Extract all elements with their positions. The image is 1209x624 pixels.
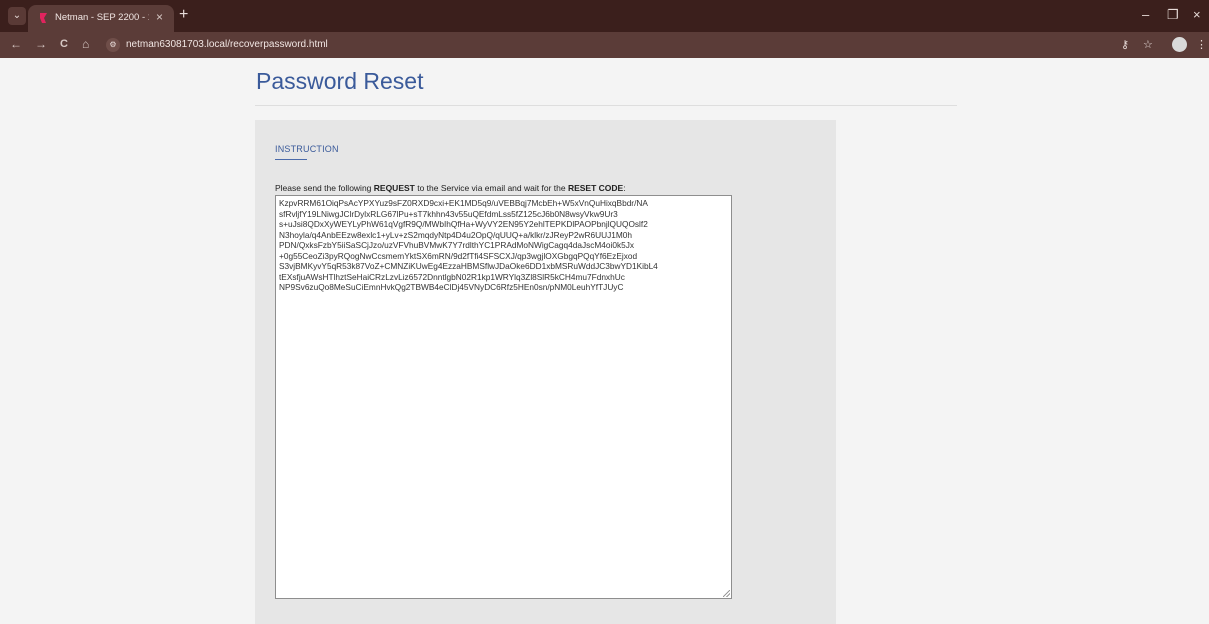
request-code-line: S3vjBMKyvY5qR53k87VoZ+CMNZiKUwEg4EzzaHBM… [279,261,658,271]
bookmark-star-icon[interactable]: ☆ [1143,38,1153,52]
browser-tab[interactable]: Netman - SEP 2200 - 10.1.10.1 × [28,5,174,32]
request-code-textarea[interactable]: KzpvRRM61OiqPsAcYPXYuz9sFZ0RXD9cxi+EK1MD… [275,195,732,599]
request-code-line: NP9Sv6zuQo8MeSuCiEmnHvkQg2TBWB4eClDj45VN… [279,282,624,292]
request-code-line: tEXsfjuAWsHTlhztSeHaiCRzLzvLiz6572Dnntlg… [279,271,625,282]
new-tab-button[interactable]: + [179,6,188,24]
instruction-panel: INSTRUCTION Please send the following RE… [255,120,836,624]
instruction-text: Please send the following REQUEST to the… [275,183,626,193]
request-code-line: +0g55CeoZi3pyRQogNwCcsmemYktSX6mRN/9d2fT… [279,250,638,261]
tab-search-chevron-icon[interactable]: ⌄ [8,7,26,25]
tab-title: Netman - SEP 2200 - 10.1.10.1 [55,12,149,23]
instruction-middle: to the Service via email and wait for th… [414,183,568,193]
instruction-prefix: Please send the following [275,183,374,193]
section-title: INSTRUCTION [275,144,339,154]
page-title: Password Reset [256,68,424,94]
request-code-line: KzpvRRM61OiqPsAcYPXYuz9sFZ0RXD9cxi+EK1MD… [279,198,648,208]
forward-arrow-icon[interactable]: → [35,37,47,51]
instruction-suffix: : [623,183,626,193]
browser-menu-icon[interactable]: ⋮ [1196,38,1207,52]
instruction-reset-code-keyword: RESET CODE [567,183,624,193]
home-icon[interactable]: ⌂ [82,37,89,51]
browser-tab-bar: ⌄ Netman - SEP 2200 - 10.1.10.1 × + – ❐ … [0,0,1209,32]
reload-icon[interactable]: C [60,37,68,51]
title-divider [255,105,957,106]
password-key-icon[interactable]: ⚷ [1121,38,1129,52]
request-code-line: N3hoyla/q4AnbEEzw8exlc1+yLv+zS2mqdyNtp4D… [279,229,633,240]
browser-address-bar: ← → C ⌂ ⚙ netman63081703.local/recoverpa… [0,32,1209,58]
window-minimize-button[interactable]: – [1142,8,1149,22]
instruction-request-keyword: REQUEST [373,183,415,193]
request-code-line: PDN/QxksFzbY5iiSaSCjJzo/uzVFVhuBVMwK7Y7r… [279,240,635,250]
window-close-button[interactable]: × [1193,8,1201,22]
netman-favicon-icon [40,13,47,23]
window-restore-button[interactable]: ❐ [1167,8,1179,22]
back-arrow-icon[interactable]: ← [10,37,22,51]
section-underline [275,159,307,160]
request-code-line: sfRvljfY19LNiwgJClrDylxRLG67lPu+sT7khhn4… [279,208,618,219]
url-field[interactable]: netman63081703.local/recoverpassword.htm… [126,39,328,50]
tab-close-icon[interactable]: × [156,10,163,24]
textarea-resize-handle[interactable] [723,590,730,597]
site-settings-icon[interactable]: ⚙ [106,38,120,52]
profile-avatar[interactable] [1172,37,1187,52]
page-content: Password Reset INSTRUCTION Please send t… [0,58,1209,624]
request-code-line: s+uJsi8QDxXyWEYLyPhW61qVgfR9Q/MWbIhQfHa+… [279,219,648,229]
